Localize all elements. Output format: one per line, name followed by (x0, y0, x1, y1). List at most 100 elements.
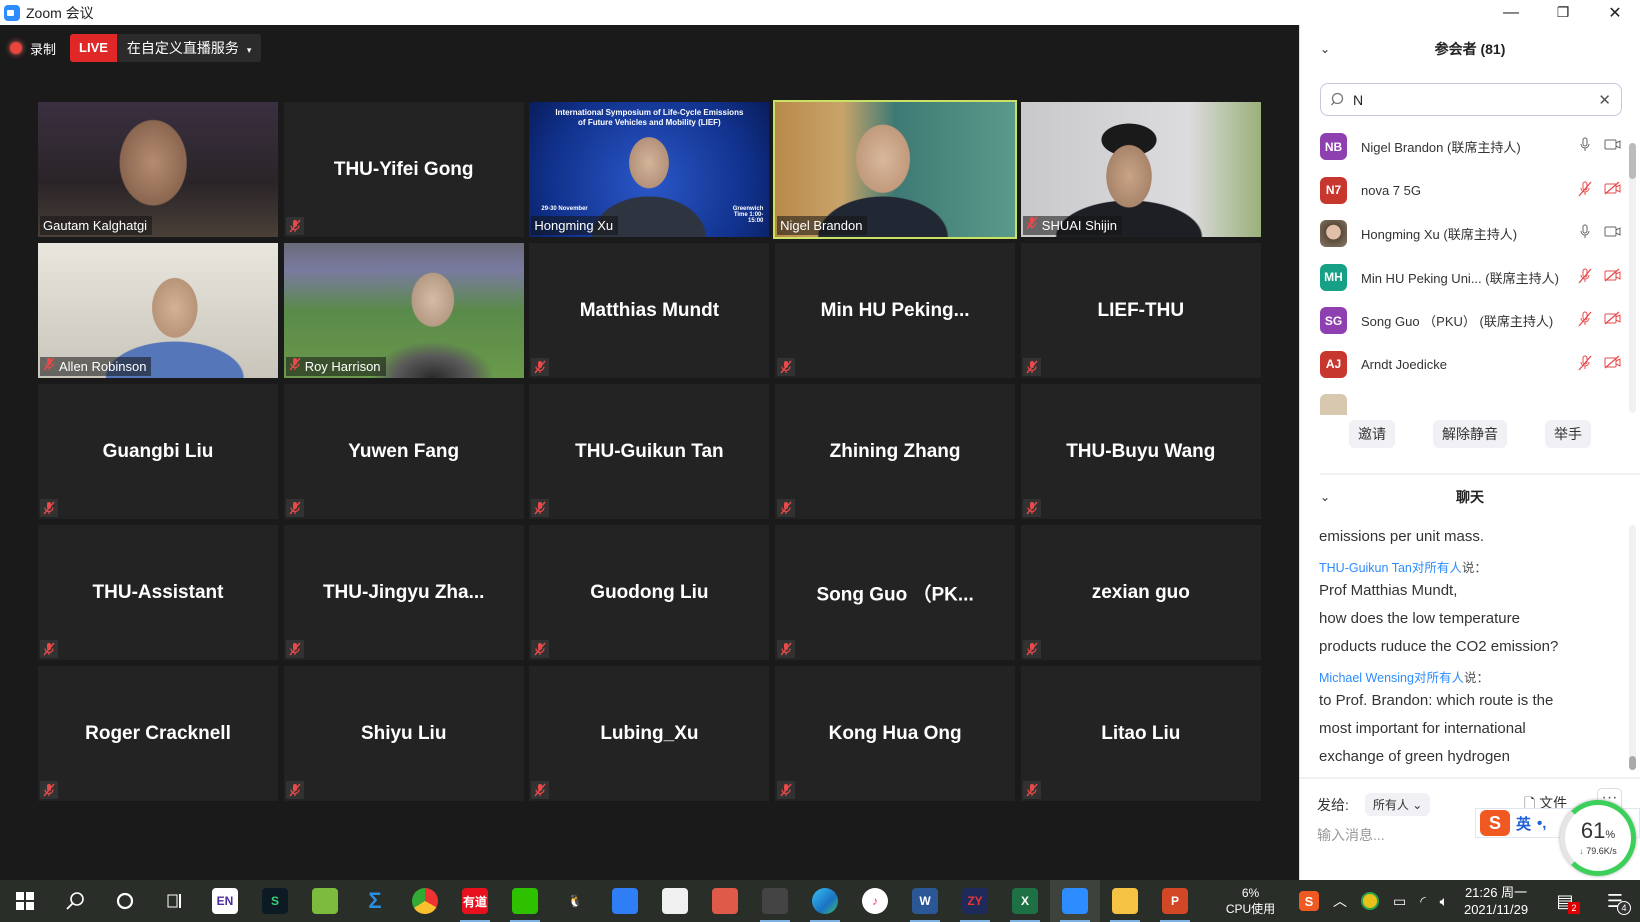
minimize-button[interactable]: — (1488, 0, 1534, 25)
video-tile[interactable]: Lubing_Xu (529, 666, 770, 801)
video-tile[interactable]: Allen Robinson (38, 243, 278, 378)
participant-row[interactable]: NB Nigel Brandon (联席主持人) (1300, 125, 1630, 169)
sogou-tray-icon[interactable]: S (1298, 891, 1319, 911)
taskbar-youdao-button[interactable]: 有道 (450, 880, 500, 922)
taskbar-chrome-button[interactable] (400, 880, 450, 922)
participant-scrollbar[interactable] (1629, 143, 1636, 413)
ime-language[interactable]: 英 (1516, 813, 1531, 834)
recording-label[interactable]: 录制 (30, 39, 56, 58)
cpu-label: CPU使用 (1225, 902, 1276, 916)
taskbar-wechat-button[interactable] (500, 880, 550, 922)
chat-message-input[interactable]: 输入消息... (1317, 825, 1385, 845)
video-tile[interactable]: Yuwen Fang (283, 384, 524, 519)
mic-muted-icon (1022, 499, 1041, 517)
participant-row[interactable]: SG Song Guo （PKU） (联席主持人) (1300, 299, 1630, 343)
gauge-percent: 61 (1580, 818, 1606, 843)
participant-row[interactable]: MH Min HU Peking Uni... (联席主持人) (1300, 256, 1630, 300)
taskbar-search-button[interactable] (50, 880, 100, 922)
taskbar-zoom-button[interactable] (1050, 880, 1100, 922)
participant-row[interactable]: N7 nova 7 5G (1300, 169, 1630, 213)
video-tile[interactable]: Nigel Brandon (773, 100, 1018, 239)
video-tile[interactable]: THU-Yifei Gong (283, 102, 524, 237)
battery-icon[interactable]: ▭ (1393, 893, 1406, 910)
cpu-usage[interactable]: 6% CPU使用 (1220, 885, 1281, 917)
taskbar-qq-button[interactable]: 🐧 (550, 880, 600, 922)
chat-scrollbar[interactable] (1629, 525, 1636, 770)
video-tile[interactable]: THU-Guikun Tan (529, 384, 770, 519)
taskbar-feishu-button[interactable] (600, 880, 650, 922)
avatar: MH (1320, 263, 1347, 291)
video-tile[interactable]: zexian guo (1020, 525, 1261, 660)
taskbar-zy-button[interactable]: ZY (950, 880, 1000, 922)
taskbar-origin-button[interactable] (700, 880, 750, 922)
video-tile[interactable]: Roy Harrison (283, 243, 524, 378)
mic-muted-icon (40, 499, 58, 517)
video-tile[interactable]: Song Guo （PK... (775, 525, 1016, 660)
taskbar-excel-button[interactable]: X (1000, 880, 1050, 922)
chat-sender[interactable]: Michael Wensing (1319, 671, 1414, 685)
invite-button[interactable]: 邀请 (1349, 420, 1395, 448)
participant-row[interactable]: AJ Arndt Joedicke (1300, 343, 1630, 387)
video-tile[interactable]: Shiyu Liu (283, 666, 524, 801)
taskbar-notepad-plus-button[interactable] (300, 880, 350, 922)
chat-recipient[interactable]: 所有人 (1424, 561, 1462, 575)
taskbar-clock[interactable]: 21:26 周一 2021/11/29 (1462, 884, 1530, 918)
video-tile[interactable]: SHUAI Shijin (1020, 102, 1261, 237)
wifi-icon[interactable]: ◜ (1420, 893, 1425, 910)
participant-row-partial[interactable] (1300, 386, 1630, 415)
taskbar-powerpoint-button[interactable]: P (1150, 880, 1200, 922)
video-tile[interactable]: Litao Liu (1020, 666, 1261, 801)
video-tile[interactable]: THU-Buyu Wang (1020, 384, 1261, 519)
raise-hand-button[interactable]: 举手 (1545, 420, 1591, 448)
slide-time: Greenwich Time 1:00-15:00 (732, 206, 764, 224)
participant-search-input[interactable]: N ✕ (1320, 83, 1622, 116)
action-center-button[interactable]: ☰ 4 (1590, 880, 1640, 922)
video-tile[interactable]: Zhining Zhang (775, 384, 1016, 519)
taskbar-edge-button[interactable] (800, 880, 850, 922)
taskbar-app-s-button[interactable]: S (250, 880, 300, 922)
taskbar-cortana-button[interactable] (100, 880, 150, 922)
live-service-dropdown[interactable]: 在自定义直播服务 ▾ (116, 34, 262, 62)
ime-punctuation[interactable]: •, (1537, 815, 1546, 832)
video-tile[interactable]: Guangbi Liu (38, 384, 278, 519)
network-speed-gauge[interactable]: 61% ↓ 79.6K/s (1560, 800, 1636, 876)
video-tile[interactable]: Roger Cracknell (38, 666, 278, 801)
video-tile[interactable]: Matthias Mundt (529, 243, 770, 378)
volume-icon[interactable]: 🔈︎ (1440, 893, 1448, 910)
video-tile[interactable]: Min HU Peking... (775, 243, 1016, 378)
collapse-chat-icon[interactable]: ⌄ (1320, 490, 1330, 504)
participant-name: Lubing_Xu (600, 722, 699, 744)
taskbar-itunes-button[interactable]: ♪ (850, 880, 900, 922)
video-tile[interactable]: LIEF-THU (1020, 243, 1261, 378)
taskbar-mathtype-button[interactable]: Σ (350, 880, 400, 922)
mic-muted-icon (1022, 358, 1041, 376)
security-tray-icon[interactable] (1360, 892, 1379, 910)
taskbar-endnote-button[interactable]: EN (200, 880, 250, 922)
clear-search-icon[interactable]: ✕ (1598, 91, 1611, 109)
taskbar-start-button[interactable] (0, 880, 50, 922)
video-tile[interactable]: THU-Jingyu Zha... (283, 525, 524, 660)
collapse-participants-icon[interactable]: ⌄ (1320, 42, 1330, 56)
taskbar-word-button[interactable]: W (900, 880, 950, 922)
restore-button[interactable]: ❐ (1540, 0, 1586, 25)
participant-name-label: Gautam Kalghatgi (40, 216, 153, 235)
notifications-button[interactable]: ▤ 2 (1540, 880, 1590, 922)
video-tile[interactable]: Kong Hua Ong (775, 666, 1016, 801)
participant-row[interactable]: Hongming Xu (联席主持人) (1300, 212, 1630, 256)
video-tile[interactable]: International Symposium of Life-Cycle Em… (529, 102, 770, 237)
video-tile[interactable]: THU-Assistant (38, 525, 278, 660)
chat-recipient[interactable]: 所有人 (1426, 671, 1464, 685)
show-hidden-icons-icon[interactable]: ︿ (1333, 891, 1347, 911)
chat-sender[interactable]: THU-Guikun Tan (1319, 561, 1412, 575)
close-button[interactable]: ✕ (1592, 0, 1638, 25)
participant-name: THU-Guikun Tan (575, 440, 724, 462)
taskbar-foxit-button[interactable] (650, 880, 700, 922)
video-tile[interactable]: Gautam Kalghatgi (38, 102, 278, 237)
taskbar-task-view-button[interactable] (150, 880, 200, 922)
unmute-button[interactable]: 解除静音 (1433, 420, 1507, 448)
send-to-dropdown[interactable]: 所有人 ⌄ (1364, 793, 1431, 816)
taskbar-remote-desktop-button[interactable] (750, 880, 800, 922)
foxit-icon (662, 888, 688, 914)
taskbar-file-explorer-button[interactable] (1100, 880, 1150, 922)
video-tile[interactable]: Guodong Liu (529, 525, 770, 660)
